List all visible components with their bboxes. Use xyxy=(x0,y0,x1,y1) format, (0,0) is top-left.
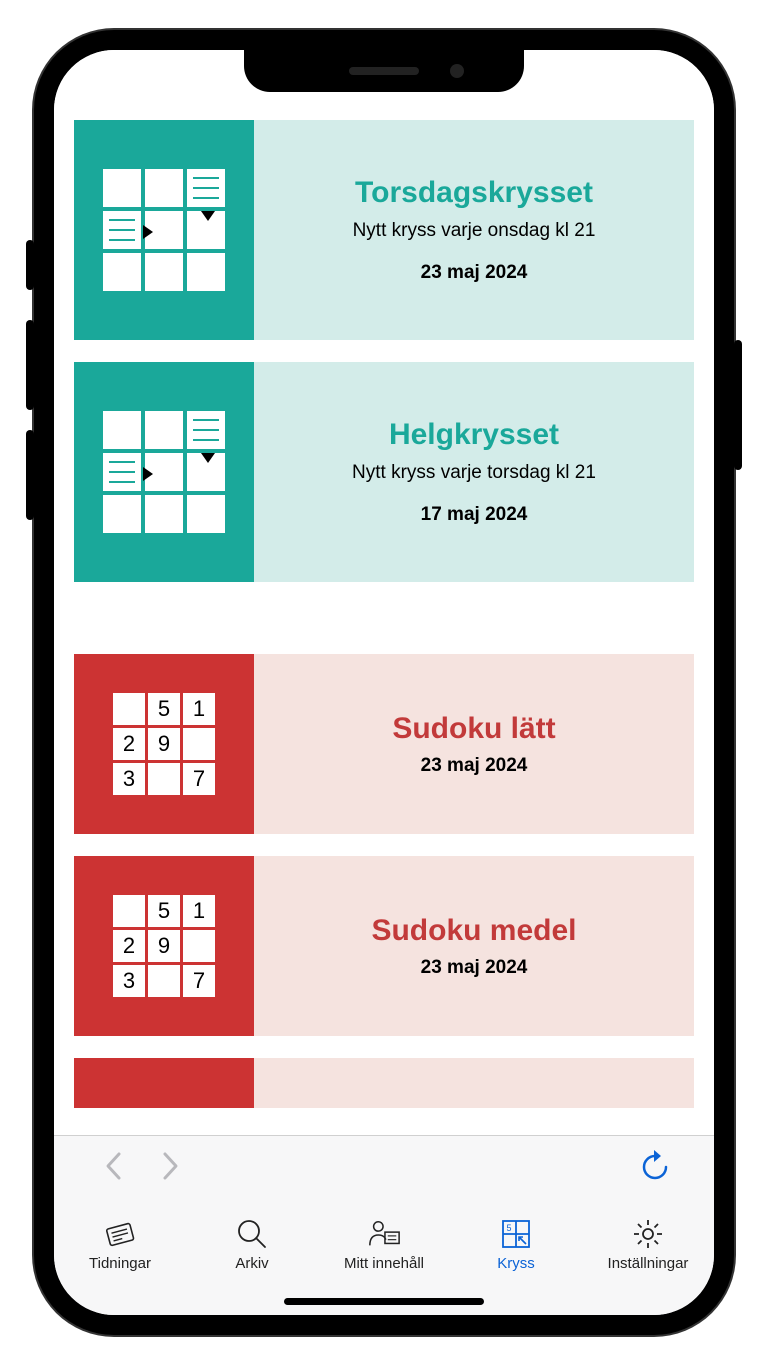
card-body: Torsdagskrysset Nytt kryss varje onsdag … xyxy=(254,120,694,340)
tab-tidningar[interactable]: Tidningar xyxy=(60,1217,180,1272)
card-subtitle: Nytt kryss varje onsdag kl 21 xyxy=(353,219,596,244)
puzzle-card-sudoku-medel[interactable]: 5 1 2 9 3 7 Sudoku medel 23 maj 2024 xyxy=(74,856,694,1036)
tab-kryss[interactable]: 5 Kryss xyxy=(456,1217,576,1272)
card-body xyxy=(254,1058,694,1108)
card-title: Sudoku lätt xyxy=(392,712,555,745)
card-body: Sudoku lätt 23 maj 2024 xyxy=(254,654,694,834)
card-title: Torsdagskrysset xyxy=(355,176,593,209)
puzzle-card-helgkrysset[interactable]: Helgkrysset Nytt kryss varje torsdag kl … xyxy=(74,362,694,582)
speaker-icon xyxy=(349,67,419,75)
tab-label: Kryss xyxy=(497,1255,535,1272)
profile-icon xyxy=(367,1217,401,1251)
forward-button[interactable] xyxy=(142,1151,200,1190)
crossword-icon xyxy=(74,120,254,340)
gear-icon xyxy=(631,1217,665,1251)
tab-label: Mitt innehåll xyxy=(344,1255,424,1272)
volume-down-button xyxy=(26,430,34,520)
puzzle-card-sudoku-latt[interactable]: 5 1 2 9 3 7 Sudoku lätt 23 maj 2024 xyxy=(74,654,694,834)
tab-arkiv[interactable]: Arkiv xyxy=(192,1217,312,1272)
sudoku-icon: 5 1 2 9 3 7 xyxy=(74,856,254,1036)
card-title: Helgkrysset xyxy=(389,418,559,451)
card-title: Sudoku medel xyxy=(371,914,576,947)
back-button[interactable] xyxy=(84,1151,142,1190)
notch xyxy=(244,50,524,92)
sudoku-icon: 5 1 2 9 3 7 xyxy=(74,654,254,834)
phone-screen: Torsdagskrysset Nytt kryss varje onsdag … xyxy=(54,50,714,1315)
nav-toolbar xyxy=(54,1135,714,1205)
tab-label: Inställningar xyxy=(608,1255,689,1272)
refresh-button[interactable] xyxy=(626,1150,684,1192)
card-date: 23 maj 2024 xyxy=(421,755,528,777)
tab-mitt-innehall[interactable]: Mitt innehåll xyxy=(324,1217,444,1272)
card-date: 17 maj 2024 xyxy=(421,504,528,526)
card-subtitle: Nytt kryss varje torsdag kl 21 xyxy=(352,461,596,486)
section-gap xyxy=(54,604,714,654)
tab-label: Tidningar xyxy=(89,1255,151,1272)
phone-frame: Torsdagskrysset Nytt kryss varje onsdag … xyxy=(34,30,734,1335)
tab-installningar[interactable]: Inställningar xyxy=(588,1217,708,1272)
camera-icon xyxy=(450,64,464,78)
card-body: Helgkrysset Nytt kryss varje torsdag kl … xyxy=(254,362,694,582)
puzzle-list[interactable]: Torsdagskrysset Nytt kryss varje onsdag … xyxy=(54,50,714,1135)
card-date: 23 maj 2024 xyxy=(421,262,528,284)
volume-up-button xyxy=(26,320,34,410)
puzzle-card-partial[interactable] xyxy=(74,1058,694,1108)
newspaper-icon xyxy=(103,1217,137,1251)
grid-icon: 5 xyxy=(499,1217,533,1251)
home-indicator[interactable] xyxy=(284,1298,484,1305)
puzzle-card-torsdagskrysset[interactable]: Torsdagskrysset Nytt kryss varje onsdag … xyxy=(74,120,694,340)
card-date: 23 maj 2024 xyxy=(421,957,528,979)
crossword-icon xyxy=(74,362,254,582)
svg-text:5: 5 xyxy=(506,1223,511,1233)
sudoku-icon xyxy=(74,1058,254,1108)
side-button xyxy=(26,240,34,290)
search-icon xyxy=(235,1217,269,1251)
tab-label: Arkiv xyxy=(235,1255,268,1272)
card-body: Sudoku medel 23 maj 2024 xyxy=(254,856,694,1036)
power-button xyxy=(734,340,742,470)
